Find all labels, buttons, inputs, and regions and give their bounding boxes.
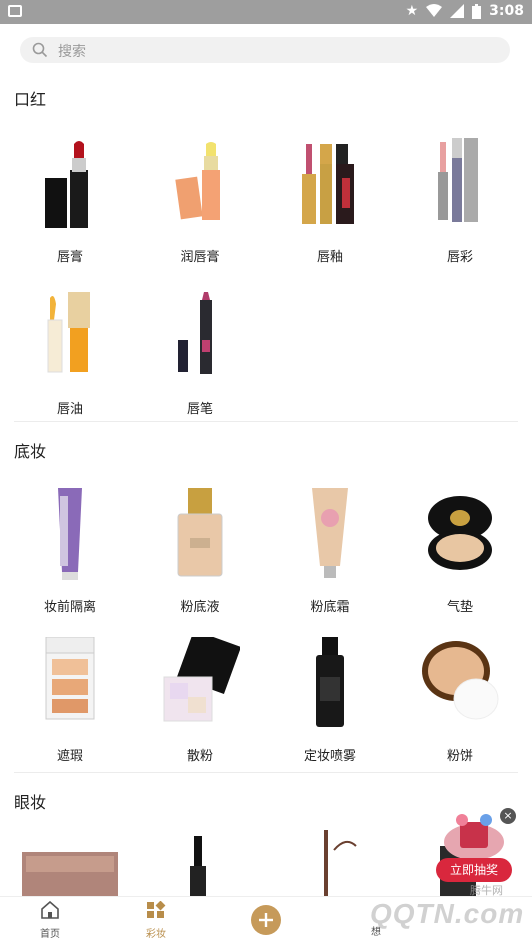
category-item[interactable]: 妆前隔离 — [5, 488, 135, 628]
category-label: 润唇膏 — [180, 250, 220, 265]
watermark-logo: QQTN.com — [370, 898, 525, 929]
category-item[interactable]: 唇彩 — [395, 138, 525, 278]
category-label: 粉饼 — [446, 749, 473, 764]
category-item[interactable]: 唇笔 — [135, 290, 265, 430]
concealer-image — [45, 637, 95, 720]
section-divider — [14, 772, 518, 773]
clock: 3:08 — [489, 3, 524, 19]
search-bar[interactable]: 搜索 — [20, 37, 510, 63]
category-label: 定妆喷雾 — [303, 749, 356, 764]
category-item[interactable]: 粉饼 — [395, 637, 525, 777]
watermark: 腾牛网 QQTN.com — [330, 880, 530, 940]
promo-lottery-widget[interactable]: × 立即抽奖 — [432, 808, 516, 886]
wifi-icon — [426, 4, 443, 17]
lip-oil-image — [47, 292, 90, 373]
category-label: 唇油 — [56, 402, 83, 417]
lip-glaze-image — [302, 144, 354, 224]
pressed-powder-image — [422, 641, 499, 720]
status-bar: ★ 3:08 — [0, 0, 532, 24]
section-divider — [14, 421, 518, 422]
category-label: 唇彩 — [446, 250, 473, 265]
star-icon: ★ — [405, 3, 419, 19]
signal-icon — [450, 4, 465, 18]
app-notification-icon — [8, 5, 22, 17]
category-label: 散粉 — [186, 749, 213, 764]
plus-icon — [251, 905, 281, 935]
category-item[interactable]: 唇油 — [5, 290, 135, 430]
nav-makeup-label: 彩妆 — [146, 929, 166, 940]
watermark-site: 腾牛网 — [470, 885, 503, 897]
category-item[interactable]: 唇釉 — [265, 138, 395, 278]
category-item[interactable]: 散粉 — [135, 637, 265, 777]
foundation-image — [177, 488, 223, 577]
category-label: 遮瑕 — [56, 749, 83, 764]
makeup-grid-icon — [147, 900, 166, 918]
category-item[interactable]: 遮瑕 — [5, 637, 135, 777]
loose-powder-image — [163, 637, 240, 722]
category-label: 唇膏 — [56, 250, 83, 265]
category-label: 妆前隔离 — [43, 600, 96, 615]
category-item[interactable]: 气垫 — [395, 488, 525, 628]
search-icon — [32, 42, 48, 58]
category-label: 气垫 — [446, 600, 473, 615]
foundation-cream-image — [312, 488, 348, 578]
category-label: 粉底液 — [180, 600, 220, 615]
nav-home[interactable]: 首页 — [10, 900, 90, 940]
promo-close-button[interactable]: × — [500, 808, 516, 824]
category-item[interactable]: 润唇膏 — [135, 138, 265, 278]
category-label: 粉底霜 — [310, 600, 350, 615]
nav-makeup[interactable]: 彩妆 — [116, 900, 196, 940]
primer-image — [58, 488, 82, 580]
battery-icon — [472, 3, 482, 19]
lip-balm-image — [175, 142, 220, 220]
section-title-base-makeup: 底妆 — [14, 442, 47, 461]
section-title-eye-makeup: 眼妆 — [14, 793, 47, 812]
gift-icon — [444, 814, 504, 860]
category-item[interactable]: 唇膏 — [5, 138, 135, 278]
search-placeholder: 搜索 — [58, 44, 86, 60]
nav-home-label: 首页 — [40, 929, 60, 940]
category-item[interactable]: 粉底液 — [135, 488, 265, 628]
promo-lottery-button[interactable]: 立即抽奖 — [436, 858, 512, 882]
section-title-lipstick: 口红 — [14, 90, 47, 109]
category-label: 唇笔 — [186, 402, 213, 417]
cushion-image — [428, 496, 492, 570]
eyeshadow-palette-image — [22, 852, 118, 896]
category-item[interactable]: 定妆喷雾 — [265, 637, 395, 777]
lip-liner-image — [178, 292, 212, 374]
category-label: 唇釉 — [316, 250, 343, 265]
nav-add-button[interactable] — [226, 905, 306, 939]
lip-gloss-image — [438, 138, 478, 222]
setting-spray-image — [316, 637, 344, 727]
lipstick-image — [45, 141, 88, 228]
category-item[interactable]: 粉底霜 — [265, 488, 395, 628]
home-icon — [41, 900, 59, 919]
mascara-image — [190, 836, 206, 896]
